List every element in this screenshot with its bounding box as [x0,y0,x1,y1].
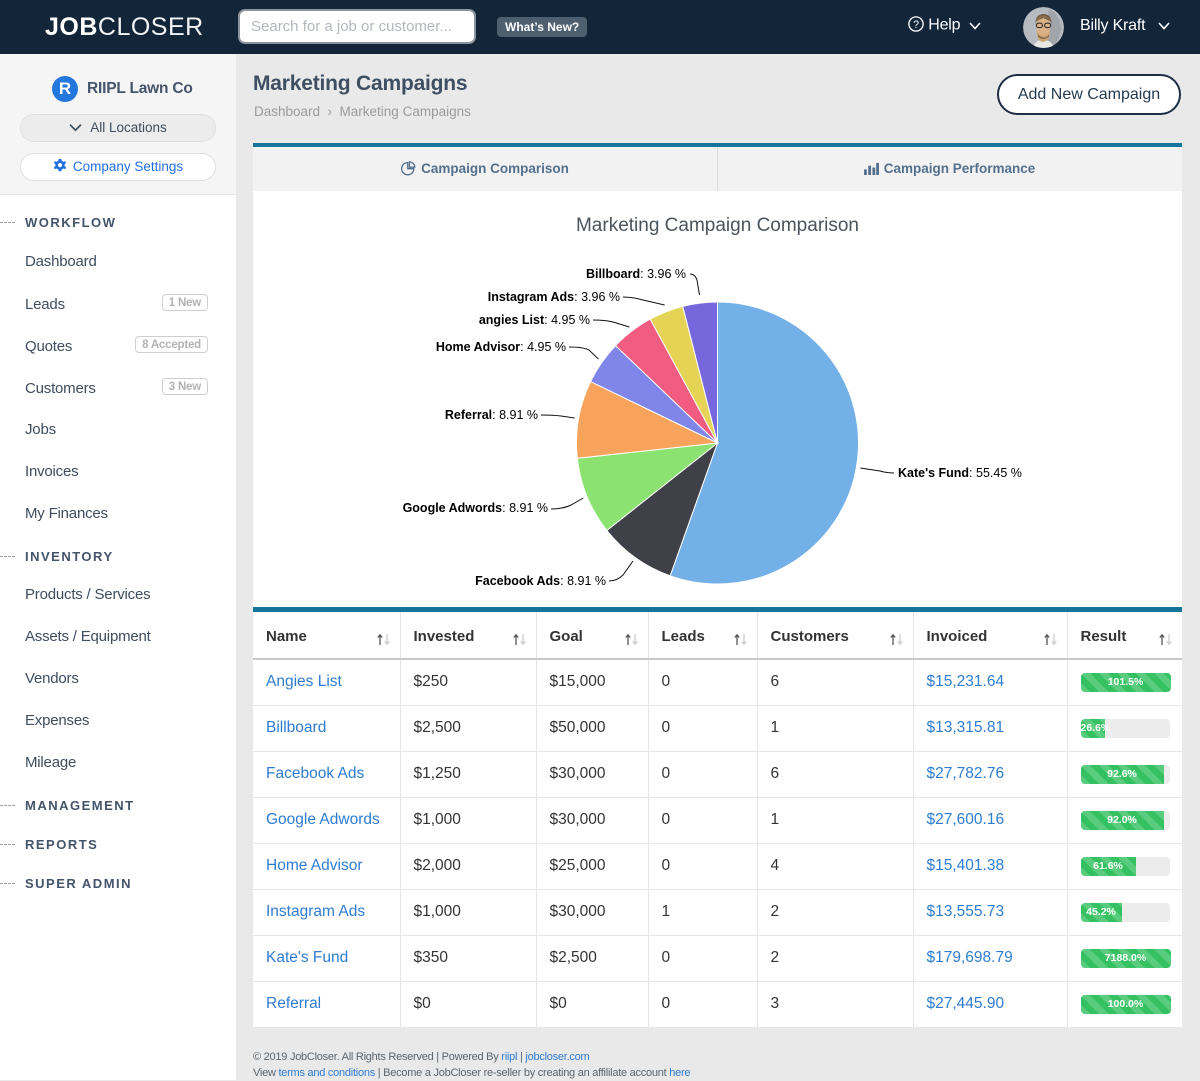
svg-text:Kate's Fund: 55.45 %: Kate's Fund: 55.45 % [898,466,1022,480]
svg-text:Facebook Ads: 8.91 %: Facebook Ads: 8.91 % [475,574,606,588]
svg-text:?: ? [913,19,919,31]
svg-text:Home Advisor: 4.95 %: Home Advisor: 4.95 % [436,340,566,354]
svg-text:Google Adwords: 8.91 %: Google Adwords: 8.91 % [403,501,548,515]
svg-text:Referral: 8.91 %: Referral: 8.91 % [445,408,538,422]
svg-text:Billboard: 3.96 %: Billboard: 3.96 % [586,267,686,281]
svg-text:Instagram Ads: 3.96 %: Instagram Ads: 3.96 % [488,290,620,304]
svg-text:angies List: 4.95 %: angies List: 4.95 % [479,313,590,327]
